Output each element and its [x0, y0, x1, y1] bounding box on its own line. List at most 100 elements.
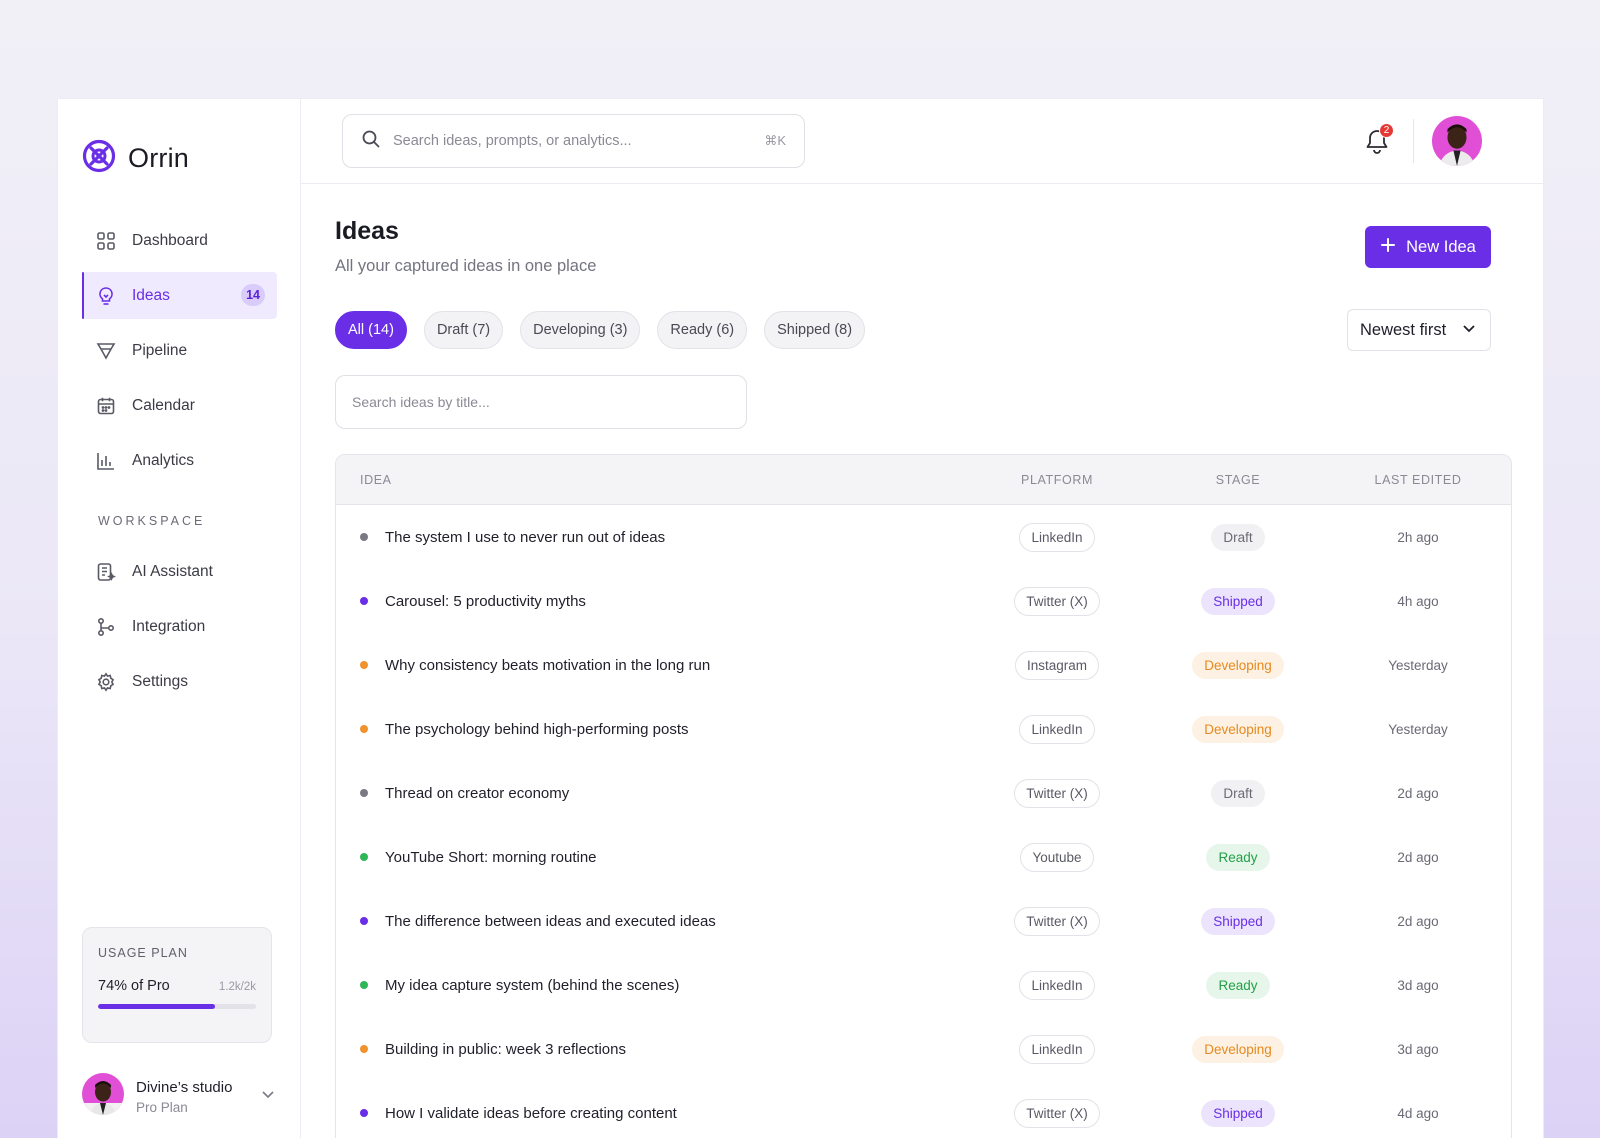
table-row[interactable]: The difference between ideas and execute… [336, 889, 1511, 953]
idea-title[interactable]: Thread on creator economy [385, 785, 569, 802]
global-search[interactable]: ⌘K [342, 114, 805, 168]
column-header-idea[interactable]: IDEA [336, 473, 976, 487]
column-header-platform[interactable]: PLATFORM [976, 473, 1138, 487]
stage-dot-icon [360, 789, 368, 797]
filter-chip-ready[interactable]: Ready (6) [657, 311, 748, 349]
stage-cell: Shipped [1138, 587, 1338, 615]
filter-chip-shipped[interactable]: Shipped (8) [764, 311, 866, 349]
shortcut-hint: ⌘K [764, 133, 786, 148]
platform-cell: Twitter (X) [976, 778, 1138, 808]
column-header-last-edited[interactable]: LAST EDITED [1338, 473, 1498, 487]
stage-dot-icon [360, 917, 368, 925]
stage-cell: Developing [1138, 651, 1338, 679]
new-idea-label: New Idea [1406, 237, 1476, 256]
platform-tag: LinkedIn [1019, 970, 1095, 1000]
document-sparkle-icon [95, 561, 117, 583]
stage-badge: Developing [1192, 1035, 1284, 1063]
last-edited-cell: Yesterday [1388, 721, 1448, 737]
stage-cell: Draft [1138, 523, 1338, 551]
idea-title[interactable]: The difference between ideas and execute… [385, 913, 716, 930]
workspace-name: Divine’s studio [136, 1078, 233, 1096]
sidebar-item-pipeline[interactable]: Pipeline [82, 327, 277, 374]
idea-title[interactable]: The system I use to never run out of ide… [385, 529, 665, 546]
notification-badge: 2 [1379, 123, 1394, 138]
platform-tag: LinkedIn [1019, 522, 1095, 552]
platform-tag: Youtube [1020, 842, 1094, 872]
table-row[interactable]: How I validate ideas before creating con… [336, 1081, 1511, 1138]
table-row[interactable]: Building in public: week 3 reflections Li… [336, 1017, 1511, 1081]
last-edited-cell: 4h ago [1397, 593, 1439, 609]
sidebar-item-integration[interactable]: Integration [82, 603, 277, 650]
sidebar-item-dashboard[interactable]: Dashboard [82, 217, 277, 264]
user-avatar[interactable] [1432, 116, 1482, 171]
sidebar-item-settings[interactable]: Settings [82, 658, 277, 705]
sidebar-item-label: Pipeline [132, 341, 188, 359]
stage-dot-icon [360, 981, 368, 989]
filter-chip-all[interactable]: All (14) [335, 311, 407, 349]
sidebar-item-calendar[interactable]: Calendar [82, 382, 277, 429]
chevron-down-icon [1460, 319, 1478, 342]
global-search-input[interactable] [393, 133, 765, 149]
idea-cell: Thread on creator economy [336, 785, 976, 802]
table-row[interactable]: Thread on creator economy Twitter (X) Draf… [336, 761, 1511, 825]
idea-cell: The difference between ideas and execute… [336, 913, 976, 930]
stage-badge: Developing [1192, 651, 1284, 679]
idea-title[interactable]: The psychology behind high-performing po… [385, 721, 689, 738]
title-search-input[interactable] [335, 375, 747, 429]
last-edited-cell: Yesterday [1388, 657, 1448, 673]
page-subtitle: All your captured ideas in one place [335, 257, 597, 275]
platform-tag: LinkedIn [1019, 714, 1095, 744]
idea-title[interactable]: My idea capture system (behind the scene… [385, 977, 679, 994]
platform-cell: Twitter (X) [976, 906, 1138, 936]
app-name: Orrin [128, 143, 189, 173]
topbar-divider [1413, 119, 1414, 163]
usage-progress-bar [98, 1004, 256, 1009]
platform-cell: LinkedIn [976, 970, 1138, 1000]
sidebar-item-label: Settings [132, 672, 189, 690]
platform-tag: Instagram [1014, 650, 1100, 680]
stage-badge: Developing [1192, 715, 1284, 743]
idea-title[interactable]: How I validate ideas before creating con… [385, 1105, 677, 1122]
platform-cell: Youtube [976, 842, 1138, 872]
sidebar-item-label: AI Assistant [132, 562, 213, 580]
idea-cell: Building in public: week 3 reflections [336, 1041, 976, 1058]
avatar [82, 1073, 124, 1120]
table-row[interactable]: The psychology behind high-performing po… [336, 697, 1511, 761]
sidebar-item-analytics[interactable]: Analytics [82, 437, 277, 484]
idea-title[interactable]: Carousel: 5 productivity myths [385, 593, 586, 610]
table-row[interactable]: My idea capture system (behind the scene… [336, 953, 1511, 1017]
app-window: Orrin Dashboard Ideas 14 Pipeline Calend… [57, 98, 1544, 1138]
idea-title[interactable]: Building in public: week 3 reflections [385, 1041, 626, 1058]
table-row[interactable]: YouTube Short: morning routine Youtube Rea… [336, 825, 1511, 889]
platform-cell: LinkedIn [976, 714, 1138, 744]
workspace-section-label: WORKSPACE [98, 514, 206, 528]
column-header-stage[interactable]: STAGE [1138, 473, 1338, 487]
table-row[interactable]: Why consistency beats motivation in the … [336, 633, 1511, 697]
workspace-plan: Pro Plan [136, 1099, 188, 1115]
idea-cell: YouTube Short: morning routine [336, 849, 976, 866]
idea-title[interactable]: YouTube Short: morning routine [385, 849, 597, 866]
table-row[interactable]: The system I use to never run out of ide… [336, 505, 1511, 569]
new-idea-button[interactable]: New Idea [1365, 226, 1491, 268]
sidebar-item-ai-assistant[interactable]: AI Assistant [82, 548, 277, 595]
stage-dot-icon [360, 661, 368, 669]
idea-cell: The system I use to never run out of ide… [336, 529, 976, 546]
sort-dropdown[interactable]: Newest first [1347, 309, 1491, 351]
last-edited-cell: 3d ago [1397, 1041, 1439, 1057]
idea-title[interactable]: Why consistency beats motivation in the … [385, 657, 710, 674]
filter-chip-draft[interactable]: Draft (7) [423, 311, 504, 349]
notifications-button[interactable]: 2 [1362, 123, 1394, 156]
sidebar-item-ideas[interactable]: Ideas 14 [82, 272, 277, 319]
usage-plan-card: USAGE PLAN 74% of Pro 1.2k/2k [82, 927, 272, 1043]
ideas-count-badge: 14 [241, 284, 265, 306]
chevron-down-icon [259, 1085, 277, 1108]
workspace-switcher[interactable]: Divine’s studio Pro Plan [82, 1073, 277, 1120]
search-icon [361, 129, 381, 154]
filter-chip-developing[interactable]: Developing (3) [520, 311, 641, 349]
stage-cell: Developing [1138, 1035, 1338, 1063]
platform-tag: Twitter (X) [1014, 906, 1100, 936]
brand[interactable]: Orrin [82, 139, 189, 178]
stage-dot-icon [360, 1045, 368, 1053]
stage-cell: Developing [1138, 715, 1338, 743]
table-row[interactable]: Carousel: 5 productivity myths Twitter (X… [336, 569, 1511, 633]
